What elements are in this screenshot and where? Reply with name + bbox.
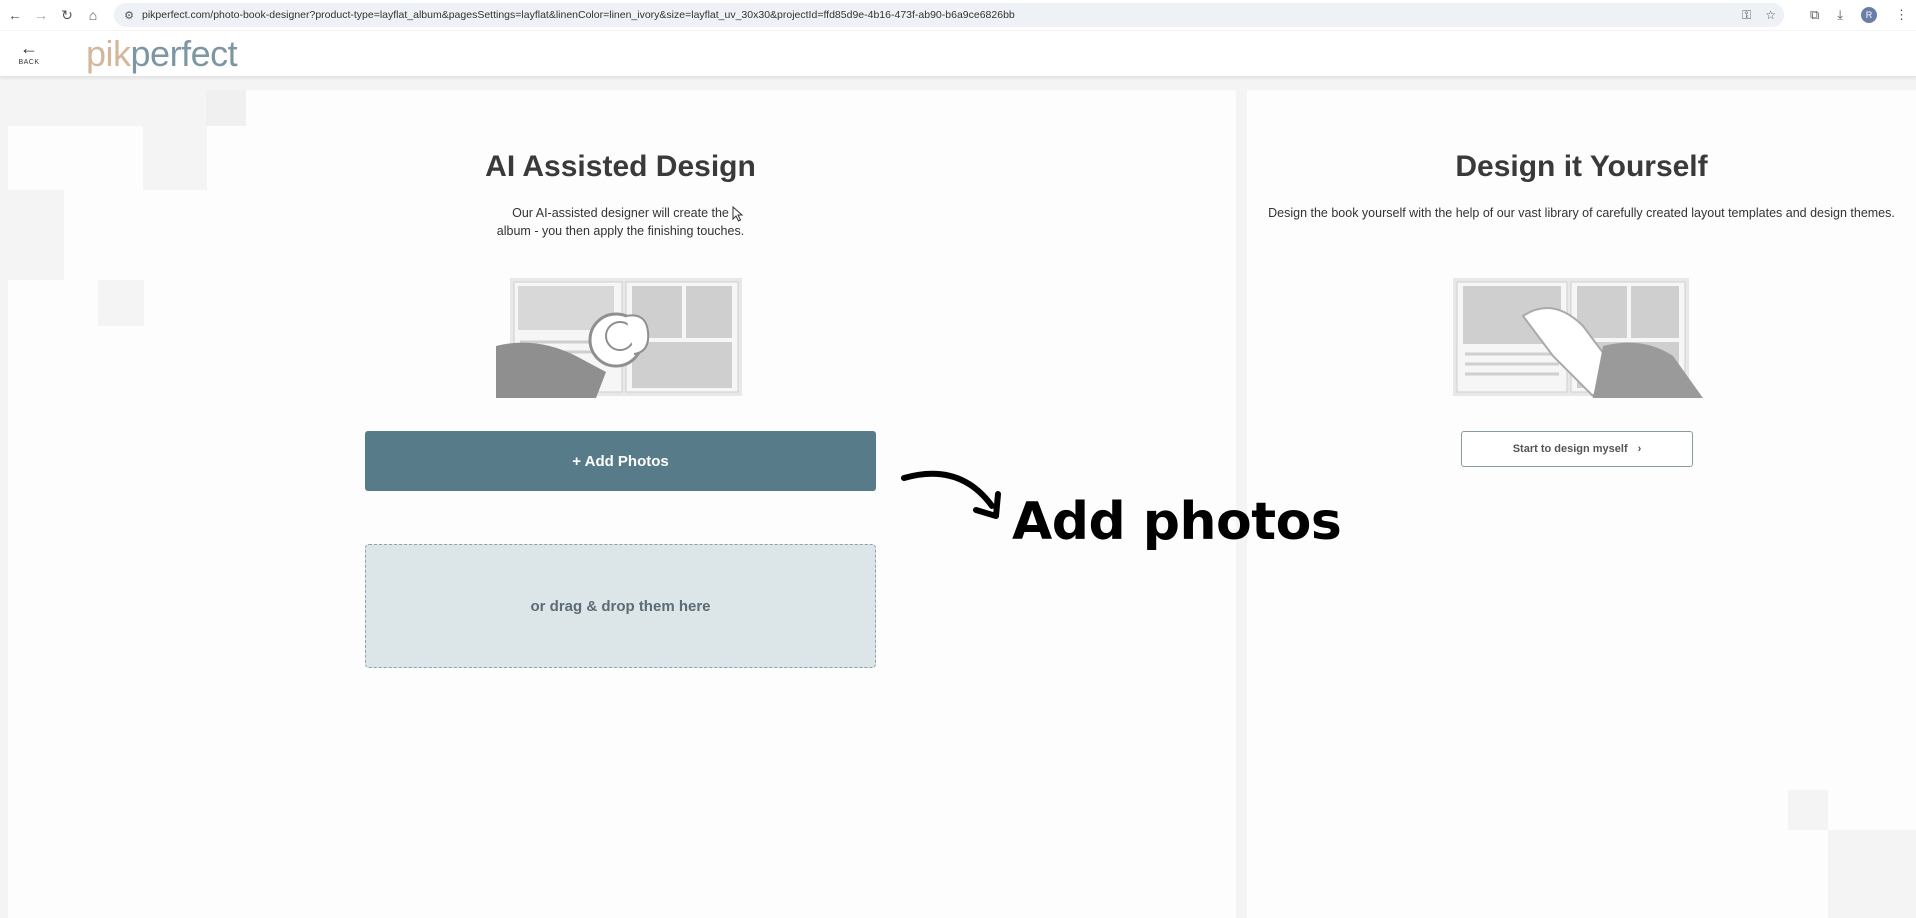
decor-square: [206, 90, 246, 126]
app-header: ← BACK pikperfect: [0, 31, 1916, 77]
diy-section-title: Design it Yourself: [1455, 150, 1708, 183]
decor-square: [8, 190, 64, 280]
back-button[interactable]: ← BACK: [16, 39, 42, 73]
mouse-cursor-icon: [732, 206, 744, 222]
home-icon[interactable]: ⌂: [82, 4, 104, 26]
curved-arrow-icon: [901, 470, 1001, 519]
download-icon[interactable]: ⤓: [1837, 7, 1843, 23]
pikperfect-logo[interactable]: pikperfect: [86, 31, 238, 77]
address-bar[interactable]: ⚙ pikperfect.com/photo-book-designer?pro…: [114, 3, 1784, 27]
ai-section-description: Our AI-assisted designer will create the…: [496, 206, 745, 238]
extensions-icon[interactable]: ⧉: [1810, 7, 1819, 23]
ai-section-title: AI Assisted Design: [485, 150, 756, 183]
chevron-right-icon: ›: [1637, 443, 1642, 455]
back-label: BACK: [18, 59, 40, 66]
reload-icon[interactable]: ↻: [56, 4, 78, 26]
annotation-label: Add photos: [1012, 492, 1342, 552]
arrow-left-icon: ←: [20, 38, 38, 58]
diy-section-description: Design the book yourself with the help o…: [1268, 206, 1895, 220]
decor-square: [143, 126, 207, 190]
menu-dots-icon[interactable]: ⋮: [1895, 7, 1908, 23]
url-text: pikperfect.com/photo-book-designer?produ…: [142, 9, 1015, 21]
decor-square: [98, 280, 144, 326]
drag-drop-zone[interactable]: or drag & drop them here: [365, 544, 876, 668]
diy-book-illustration: [1453, 278, 1703, 398]
site-settings-icon[interactable]: ⚙: [122, 8, 136, 22]
forward-nav-icon[interactable]: →: [30, 4, 52, 26]
back-nav-icon[interactable]: ←: [4, 4, 26, 26]
browser-toolbar: ← → ↻ ⌂ ⚙ pikperfect.com/photo-book-desi…: [0, 0, 1916, 30]
bookmark-star-icon[interactable]: ☆: [1765, 8, 1776, 22]
ai-book-illustration: [496, 278, 742, 398]
decor-square: [1788, 790, 1828, 830]
decor-square: [1828, 830, 1916, 918]
start-design-myself-button[interactable]: Start to design myself ›: [1461, 431, 1693, 467]
diy-design-panel: Design it Yourself Design the book yours…: [1247, 90, 1916, 918]
password-key-icon[interactable]: ⚿: [1742, 8, 1751, 23]
decor-square: [8, 90, 208, 126]
profile-avatar[interactable]: R: [1861, 7, 1877, 23]
add-photos-button[interactable]: + Add Photos: [365, 431, 876, 491]
